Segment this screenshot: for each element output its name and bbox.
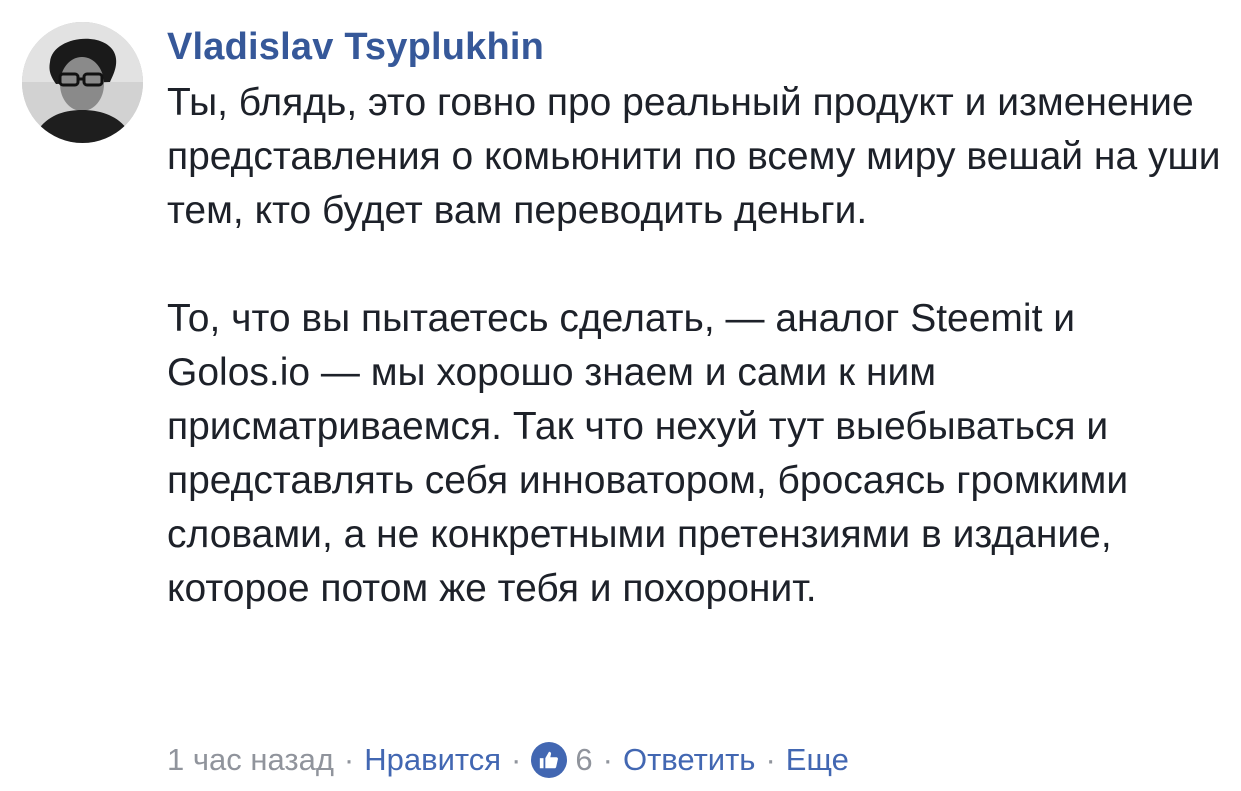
- comment-actions: 1 час назад · Нравится · 6 · Ответить · …: [167, 738, 849, 782]
- comment-body: Vladislav Tsyplukhin Ты, блядь, это говн…: [167, 22, 1227, 616]
- author-name[interactable]: Vladislav Tsyplukhin: [167, 22, 1227, 72]
- like-button[interactable]: Нравится: [364, 742, 501, 778]
- separator: ·: [511, 742, 522, 777]
- comment-text: Ты, блядь, это говно про реальный продук…: [167, 72, 1227, 616]
- separator: ·: [343, 742, 355, 777]
- more-button[interactable]: Еще: [786, 742, 849, 778]
- comment-paragraph: Ты, блядь, это говно про реальный продук…: [167, 81, 1221, 232]
- comment-paragraph: То, что вы пытаетесь сделать, — аналог S…: [167, 297, 1129, 610]
- separator: ·: [602, 742, 613, 777]
- comment: Vladislav Tsyplukhin Ты, блядь, это говн…: [0, 0, 1241, 791]
- avatar[interactable]: [22, 22, 143, 143]
- separator: ·: [765, 742, 776, 777]
- like-count[interactable]: 6: [575, 742, 592, 778]
- thumbs-up-icon[interactable]: [531, 742, 568, 778]
- user-avatar-image: [22, 22, 143, 143]
- reply-button[interactable]: Ответить: [623, 742, 756, 778]
- timestamp[interactable]: 1 час назад: [167, 742, 334, 778]
